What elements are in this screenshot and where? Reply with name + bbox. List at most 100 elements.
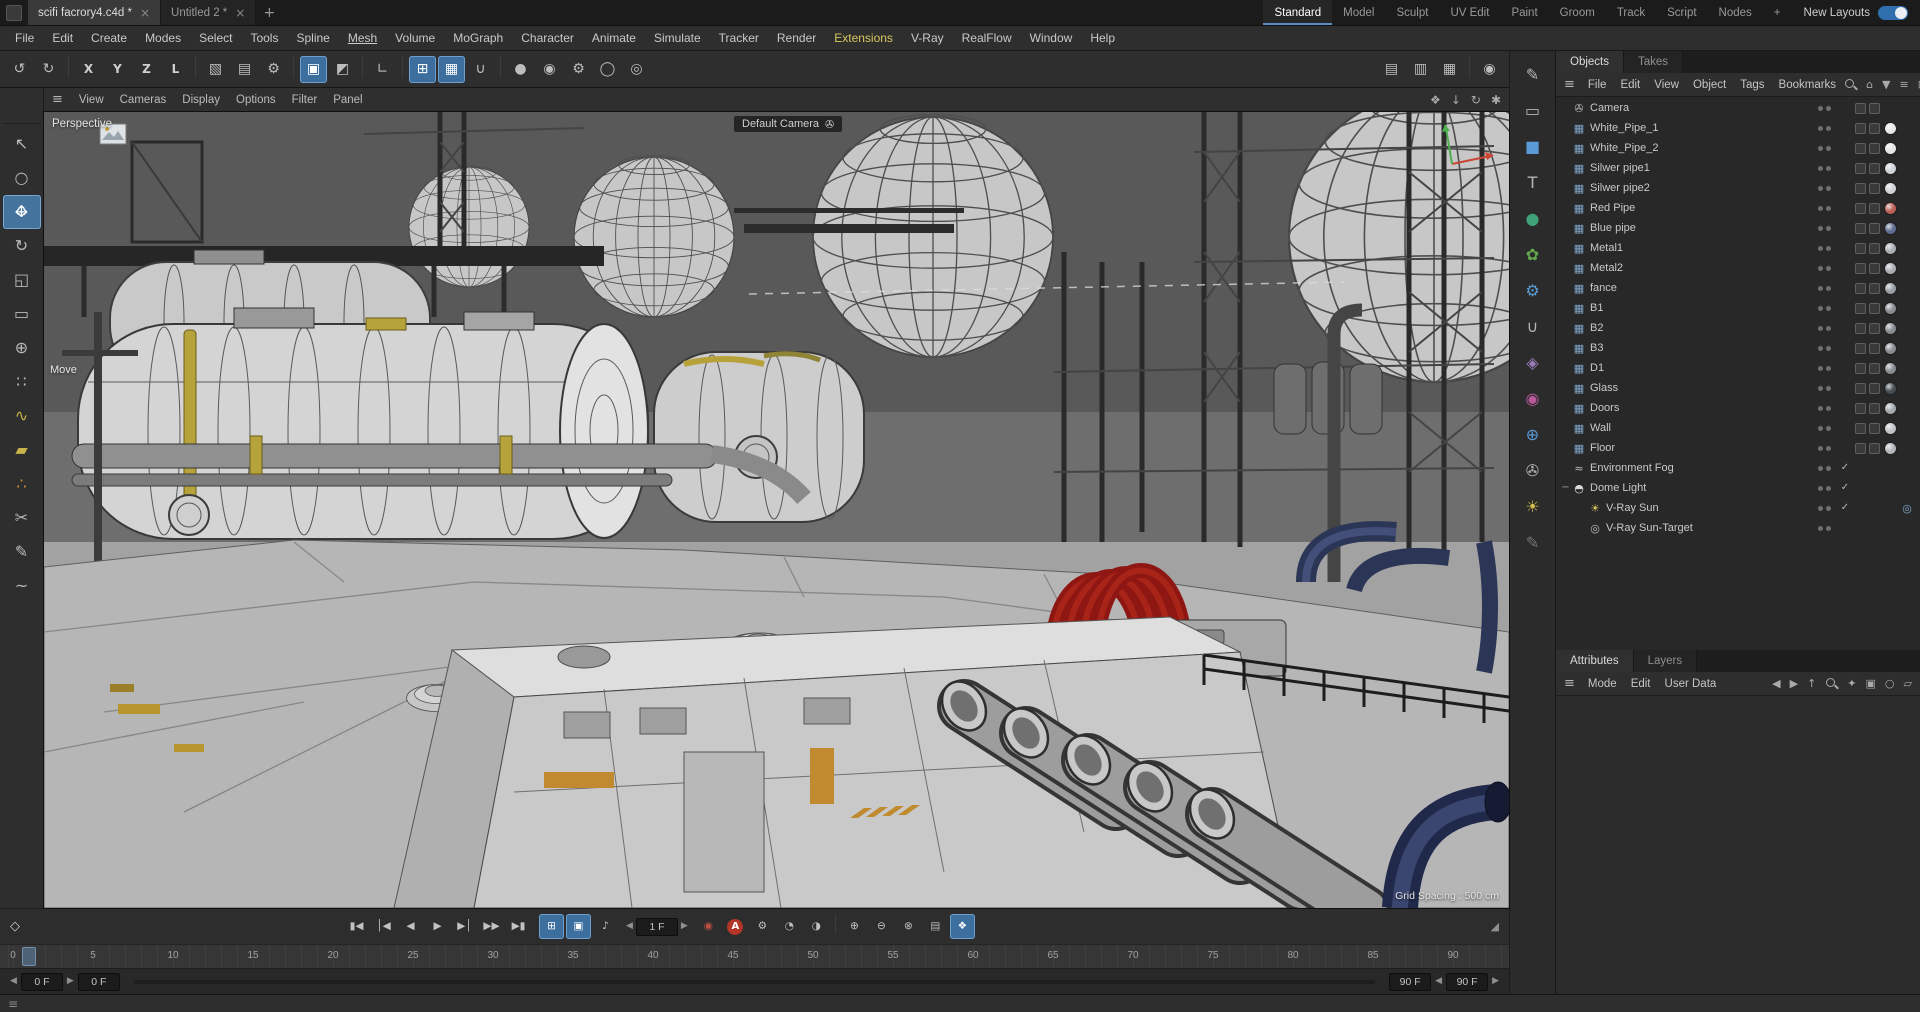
document-tab[interactable]: scifi facrory4.c4d * × (28, 0, 162, 25)
range-end-increment-icon[interactable]: ▶ (1492, 977, 1499, 986)
axis-z-button[interactable]: Z (133, 56, 160, 83)
panel-menu-item[interactable]: View (1647, 79, 1686, 91)
range-end-field[interactable]: 90 F (1446, 972, 1489, 991)
snap-magnet-icon[interactable]: ∪ (1514, 309, 1552, 345)
object-row[interactable]: − ▦ Doors ✓ ◎ (1556, 398, 1920, 418)
tag-icon[interactable] (1855, 342, 1866, 354)
range-slider-track[interactable] (133, 979, 1376, 984)
pla-icon[interactable]: ❖ (949, 914, 975, 939)
viewport-camera-label[interactable]: Default Camera ✇ (734, 116, 843, 132)
close-icon[interactable]: × (140, 7, 150, 19)
visibility-dots[interactable] (1818, 525, 1838, 531)
material-thumbnail[interactable] (1884, 341, 1897, 355)
layout-tab[interactable]: Standard (1263, 0, 1333, 25)
next-key-button[interactable]: ▶▶ (479, 914, 504, 939)
render-picture-viewer-icon[interactable]: ▤ (231, 56, 258, 83)
visibility-dots[interactable] (1818, 325, 1838, 331)
undo-icon[interactable]: ↺ (6, 56, 33, 83)
viewport-menu-item[interactable]: Display (174, 94, 228, 106)
history-forward-icon[interactable]: ▶ (1790, 678, 1798, 689)
playhead[interactable] (22, 947, 36, 966)
visibility-dots[interactable] (1818, 465, 1838, 471)
object-row[interactable]: − ▦ Glass ✓ ◎ (1556, 378, 1920, 398)
search-icon[interactable] (1844, 78, 1857, 91)
object-row[interactable]: − ≈ Environment Fog ✓ ◎ (1556, 458, 1920, 478)
visibility-dots[interactable] (1818, 405, 1838, 411)
menu-item[interactable]: Modes (136, 26, 190, 51)
scale-tool-icon[interactable]: ◱ (3, 263, 41, 297)
sphere-icon[interactable]: ● (1514, 201, 1552, 237)
layout-tab[interactable]: Nodes (1708, 0, 1763, 25)
tag-icon[interactable] (1869, 402, 1880, 414)
visibility-dots[interactable] (1818, 145, 1838, 151)
tag-icon[interactable] (1869, 102, 1880, 114)
visibility-dots[interactable] (1818, 105, 1838, 111)
layout-tab[interactable]: Model (1332, 0, 1385, 25)
hud-icon[interactable]: ◑ (804, 914, 829, 939)
deformer-icon[interactable]: ◈ (1514, 345, 1552, 381)
object-label[interactable]: Camera (1590, 102, 1629, 114)
visibility-dots[interactable] (1818, 305, 1838, 311)
new-layouts-toggle[interactable] (1878, 5, 1908, 20)
key-parameter-icon[interactable]: ▤ (923, 914, 948, 939)
current-frame-field[interactable]: 1 F (635, 917, 678, 936)
tag-icon[interactable] (1855, 322, 1866, 334)
visibility-dots[interactable] (1818, 165, 1838, 171)
menu-item[interactable]: RealFlow (953, 26, 1021, 51)
timeline-resize-icon[interactable]: ◢ (1491, 921, 1499, 932)
object-label[interactable]: Environment Fog (1590, 462, 1674, 474)
panel-menu-item[interactable]: User Data (1658, 678, 1724, 690)
range-start-decrement-icon[interactable]: ◀ (10, 977, 17, 986)
visibility-dots[interactable] (1818, 445, 1838, 451)
tree-icon[interactable]: ✿ (1514, 237, 1552, 273)
vertex-paint-icon[interactable]: ∴ (3, 467, 41, 501)
tag-icon[interactable] (1855, 442, 1866, 454)
cube-icon[interactable]: ■ (1514, 129, 1552, 165)
lasso-select-icon[interactable]: ○ (3, 161, 41, 195)
panel-menu-item[interactable]: Bookmarks (1772, 79, 1844, 91)
magnet-snap-icon[interactable]: ∪ (467, 56, 494, 83)
material-thumbnail[interactable] (1884, 381, 1897, 395)
axis-y-button[interactable]: Y (104, 56, 131, 83)
tag-icon[interactable] (1855, 302, 1866, 314)
object-row[interactable]: − ▦ Blue pipe ✓ ◎ (1556, 218, 1920, 238)
object-row[interactable]: − ◓ Dome Light ✓ ◎ (1556, 478, 1920, 498)
object-label[interactable]: V-Ray Sun (1606, 502, 1659, 514)
menu-item[interactable]: Simulate (645, 26, 710, 51)
key-icon[interactable]: ✦ (1847, 678, 1856, 689)
material-thumbnail[interactable] (1884, 401, 1897, 415)
object-row[interactable]: − ✇ Camera ✓ ◎ (1556, 98, 1920, 118)
gravity-icon[interactable]: ◉ (536, 56, 563, 83)
settings-gear-icon[interactable]: ⚙ (565, 56, 592, 83)
keyframe-selection-toggle[interactable]: ⊞ (539, 914, 564, 939)
visibility-dots[interactable] (1818, 265, 1838, 271)
frame-increment-icon[interactable]: ▶ (681, 922, 688, 931)
range-start-increment-icon[interactable]: ▶ (67, 977, 74, 986)
object-row[interactable]: − ▦ Wall ✓ ◎ (1556, 418, 1920, 438)
polygons-mode-icon[interactable]: ▰ (3, 433, 41, 467)
play-button[interactable]: ▶ (425, 914, 450, 939)
redo-icon[interactable]: ↻ (35, 56, 62, 83)
rotate-tool-icon[interactable]: ↻ (3, 229, 41, 263)
volume-builder-icon[interactable]: ◎ (623, 56, 650, 83)
object-row[interactable]: − ▦ White_Pipe_2 ✓ ◎ (1556, 138, 1920, 158)
menu-item[interactable]: Volume (386, 26, 444, 51)
object-row[interactable]: − ◎ V-Ray Sun-Target ✓ ◎ (1556, 518, 1920, 538)
globe-icon[interactable]: ⊕ (1514, 417, 1552, 453)
object-label[interactable]: Dome Light (1590, 482, 1646, 494)
grid-snap-icon[interactable]: ▦ (438, 55, 465, 83)
tag-icon[interactable] (1869, 342, 1880, 354)
menu-item[interactable]: Character (512, 26, 583, 51)
view-options-icon[interactable]: ✱ (1491, 94, 1501, 106)
material-thumbnail[interactable] (1884, 441, 1897, 455)
visibility-dots[interactable] (1818, 185, 1838, 191)
panel-menu-item[interactable]: Edit (1613, 79, 1647, 91)
frame-tool-icon[interactable]: ▭ (3, 297, 41, 331)
layout-tab[interactable]: Sculpt (1385, 0, 1439, 25)
tag-icon[interactable] (1869, 222, 1880, 234)
keyframe-settings-icon[interactable]: ⚙ (750, 914, 775, 939)
tag-icon[interactable] (1869, 122, 1880, 134)
coord-system-button[interactable]: L (162, 56, 189, 83)
material-thumbnail[interactable] (1884, 421, 1897, 435)
perspective-mode-icon[interactable]: ▣ (300, 55, 327, 83)
